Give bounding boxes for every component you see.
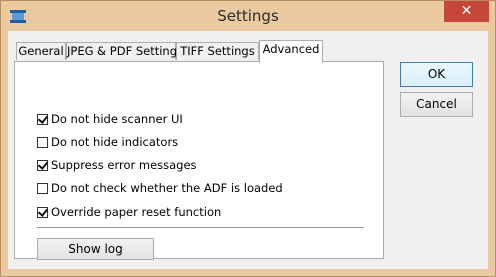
option-suppress-error-messages[interactable]: Suppress error messages (37, 156, 197, 174)
ok-button[interactable]: OK (400, 62, 473, 87)
option-label: Do not check whether the ADF is loaded (51, 181, 283, 195)
close-button[interactable]: ✕ (444, 1, 489, 22)
checkmark-icon (37, 205, 49, 217)
option-do-not-hide-scanner-ui[interactable]: Do not hide scanner UI (37, 110, 183, 128)
show-log-button[interactable]: Show log (37, 238, 154, 260)
option-label: Do not hide scanner UI (51, 112, 183, 126)
option-override-paper-reset[interactable]: Override paper reset function (37, 203, 221, 221)
option-do-not-check-adf-loaded[interactable]: Do not check whether the ADF is loaded (37, 179, 283, 197)
tab-general[interactable]: General (16, 42, 66, 60)
settings-window: Settings ✕ General JPEG & PDF Settings T… (0, 0, 496, 277)
cancel-button[interactable]: Cancel (400, 92, 473, 117)
option-label: Suppress error messages (51, 158, 197, 172)
tab-advanced[interactable]: Advanced (259, 40, 323, 63)
checkbox[interactable] (37, 136, 48, 148)
advanced-tab-panel: Do not hide scanner UI Do not hide indic… (14, 61, 384, 260)
dialog-client-area: General JPEG & PDF Settings TIFF Setting… (8, 31, 488, 269)
window-title: Settings (217, 7, 279, 25)
title-bar[interactable]: Settings ✕ (1, 1, 495, 31)
checkbox[interactable] (37, 182, 48, 194)
tab-tiff-settings[interactable]: TIFF Settings (176, 42, 259, 60)
checkmark-icon (37, 112, 49, 124)
close-icon: ✕ (460, 3, 473, 19)
checkbox[interactable] (37, 158, 49, 171)
option-label: Override paper reset function (51, 205, 222, 219)
checkbox[interactable] (37, 112, 49, 125)
checkbox[interactable] (37, 205, 49, 218)
checkmark-icon (37, 158, 49, 170)
option-label: Do not hide indicators (51, 135, 179, 149)
option-do-not-hide-indicators[interactable]: Do not hide indicators (37, 133, 178, 151)
tab-jpeg-pdf-settings[interactable]: JPEG & PDF Settings (66, 42, 183, 60)
separator (37, 227, 364, 228)
